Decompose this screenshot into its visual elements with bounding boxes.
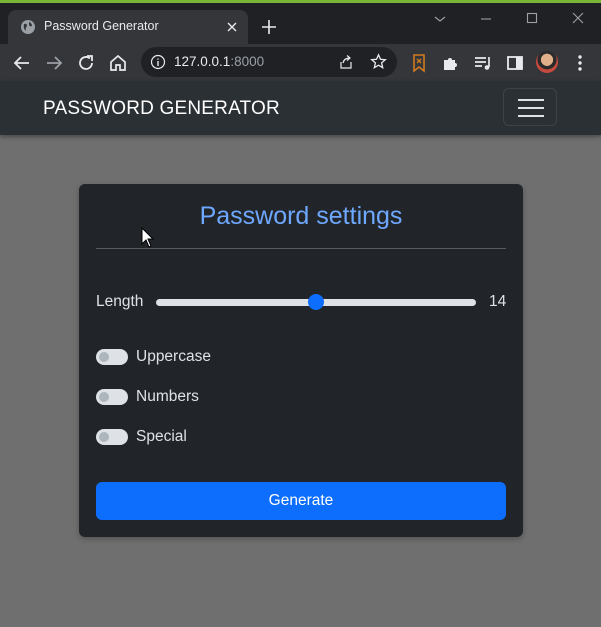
info-icon[interactable] bbox=[150, 54, 166, 70]
browser-tab[interactable]: Password Generator bbox=[8, 10, 248, 44]
sidepanel-icon[interactable] bbox=[504, 52, 526, 74]
special-label: Special bbox=[136, 428, 187, 445]
tab-title: Password Generator bbox=[44, 19, 159, 33]
tab-strip: Password Generator bbox=[0, 3, 601, 44]
back-arrow-icon[interactable] bbox=[11, 52, 33, 74]
chevron-down-icon[interactable] bbox=[428, 10, 452, 28]
navbar: PASSWORD GENERATOR bbox=[0, 81, 601, 135]
maximize-icon[interactable] bbox=[520, 10, 544, 28]
numbers-toggle[interactable] bbox=[96, 389, 128, 405]
brand-title[interactable]: PASSWORD GENERATOR bbox=[43, 98, 280, 120]
length-label: Length bbox=[96, 293, 144, 310]
hamburger-icon bbox=[518, 99, 544, 117]
star-icon[interactable] bbox=[370, 53, 387, 70]
plus-icon[interactable] bbox=[259, 17, 279, 37]
media-icon[interactable] bbox=[472, 52, 494, 74]
close-icon[interactable] bbox=[224, 19, 240, 35]
avatar[interactable] bbox=[536, 51, 558, 73]
bookmark-extension-icon[interactable] bbox=[408, 52, 430, 74]
uppercase-label: Uppercase bbox=[136, 348, 211, 365]
puzzle-icon[interactable] bbox=[440, 52, 462, 74]
length-slider[interactable] bbox=[156, 294, 476, 310]
url-host: 127.0.0.1 bbox=[174, 54, 231, 69]
window-close-icon[interactable] bbox=[566, 10, 590, 28]
navbar-toggler-button[interactable] bbox=[503, 88, 557, 126]
special-toggle[interactable] bbox=[96, 429, 128, 445]
forward-arrow-icon[interactable] bbox=[43, 52, 65, 74]
browser-toolbar: 127.0.0.1:8000 bbox=[0, 44, 601, 81]
length-value: 14 bbox=[489, 293, 507, 310]
minimize-icon[interactable] bbox=[474, 10, 498, 28]
url-text: 127.0.0.1:8000 bbox=[174, 54, 264, 69]
uppercase-toggle[interactable] bbox=[96, 349, 128, 365]
home-icon[interactable] bbox=[107, 52, 129, 74]
mouse-cursor-icon bbox=[141, 227, 155, 248]
url-port: :8000 bbox=[230, 54, 265, 69]
slider-thumb[interactable] bbox=[308, 294, 324, 310]
generate-button[interactable]: Generate bbox=[96, 482, 506, 520]
globe-icon bbox=[21, 20, 35, 34]
divider bbox=[96, 248, 506, 249]
reload-icon[interactable] bbox=[75, 52, 97, 74]
share-icon[interactable] bbox=[338, 54, 354, 70]
kebab-menu-icon[interactable] bbox=[569, 52, 591, 74]
numbers-label: Numbers bbox=[136, 388, 199, 405]
address-bar[interactable]: 127.0.0.1:8000 bbox=[141, 47, 397, 77]
